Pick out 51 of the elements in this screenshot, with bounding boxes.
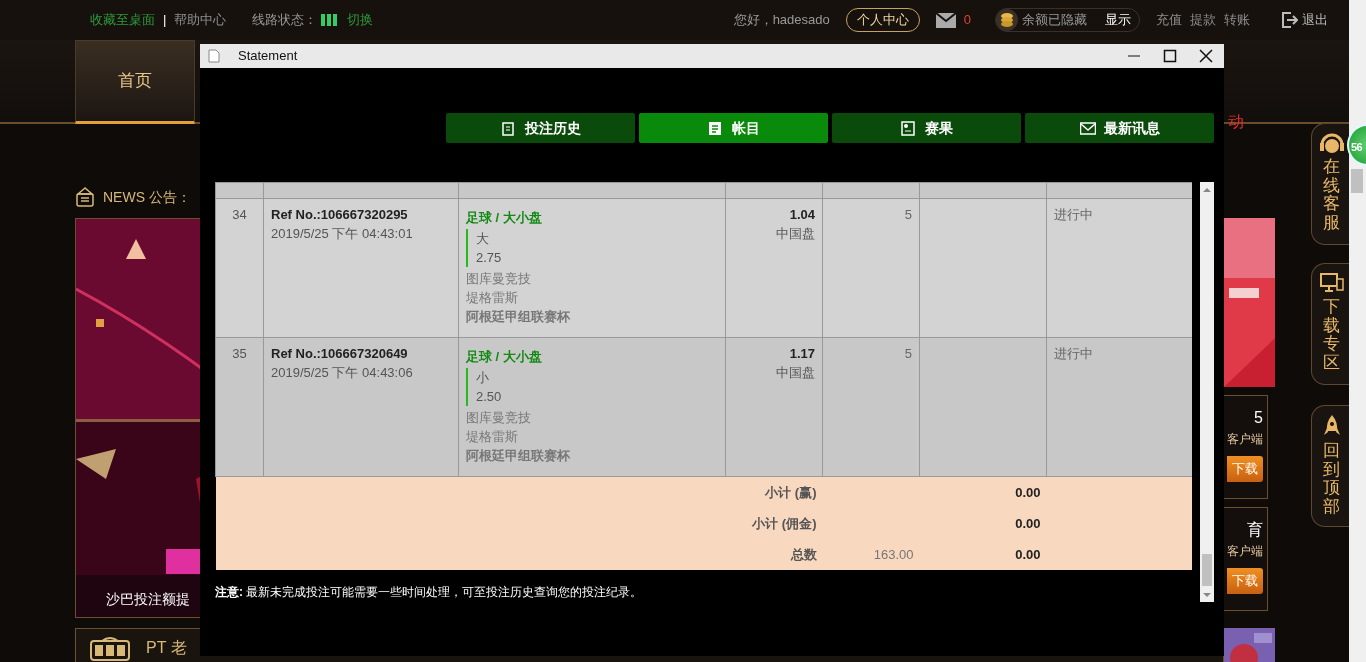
document-icon — [208, 49, 220, 63]
tab[interactable]: 赛果 — [832, 113, 1021, 143]
account-link[interactable]: 提款 — [1190, 10, 1216, 30]
scrollbar[interactable] — [1349, 0, 1366, 662]
separator: | — [163, 11, 167, 30]
nav-tab[interactable]: 首页 — [75, 40, 195, 124]
scoreboard-icon — [900, 120, 917, 136]
tab[interactable]: 帐目 — [639, 113, 828, 143]
logout-link[interactable]: 退出 — [1302, 10, 1328, 30]
account-link[interactable]: 转账 — [1224, 10, 1250, 30]
odds: 1.04 — [788, 206, 815, 224]
greeting: 您好，hadesado — [733, 11, 830, 30]
side-float-button[interactable]: 回到顶部 — [1311, 405, 1351, 527]
clipboard-icon — [500, 120, 517, 136]
signal-bars-icon — [321, 14, 340, 26]
document-icon — [707, 120, 724, 136]
switch-link[interactable]: 切换 — [347, 10, 374, 30]
logout-icon[interactable] — [1282, 12, 1298, 28]
card-title: 育 — [1247, 520, 1263, 540]
show-balance-link[interactable]: 显示 — [1105, 10, 1131, 30]
balance-status: 余额已隐藏 — [1022, 11, 1087, 30]
card-subtitle: 客户端 — [1227, 431, 1263, 448]
side-float-button[interactable]: 在线客服 — [1311, 123, 1351, 245]
rocket-icon — [1322, 414, 1341, 438]
headset-icon — [1318, 132, 1345, 154]
notice-board-icon — [75, 187, 95, 207]
close-icon[interactable] — [1199, 49, 1213, 63]
bet-status: 进行中 — [1054, 207, 1093, 222]
section-title: PT 老 — [146, 638, 187, 658]
top-link[interactable]: 帮助中心 — [174, 10, 227, 30]
tab[interactable]: 最新讯息 — [1025, 113, 1214, 143]
slot-machine-icon — [90, 635, 130, 661]
line-status-label: 线路状态： — [252, 11, 318, 30]
maximize-icon[interactable] — [1163, 49, 1177, 63]
card-subtitle: 客户端 — [1227, 543, 1263, 560]
scrollbar-thumb[interactable] — [1351, 169, 1363, 193]
promo-text: 动 — [1228, 112, 1244, 132]
tab[interactable]: 投注历史 — [446, 113, 635, 143]
monitor-icon — [1319, 272, 1344, 294]
mail-icon[interactable] — [935, 12, 956, 28]
ref-number: Ref No.:106667320295 — [271, 206, 409, 224]
mail-icon — [1079, 120, 1096, 136]
news-label: NEWS 公告： — [103, 187, 191, 207]
stake: 5 — [904, 207, 912, 222]
top-link[interactable]: 收藏至桌面 — [90, 10, 155, 30]
row-number: 34 — [232, 207, 247, 222]
mail-count: 0 — [963, 11, 971, 30]
account-link[interactable]: 充值 — [1156, 10, 1182, 30]
card-title: 5 — [1254, 408, 1263, 428]
side-float-button[interactable]: 下载专区 — [1311, 263, 1351, 385]
window-title: Statement — [238, 47, 298, 66]
